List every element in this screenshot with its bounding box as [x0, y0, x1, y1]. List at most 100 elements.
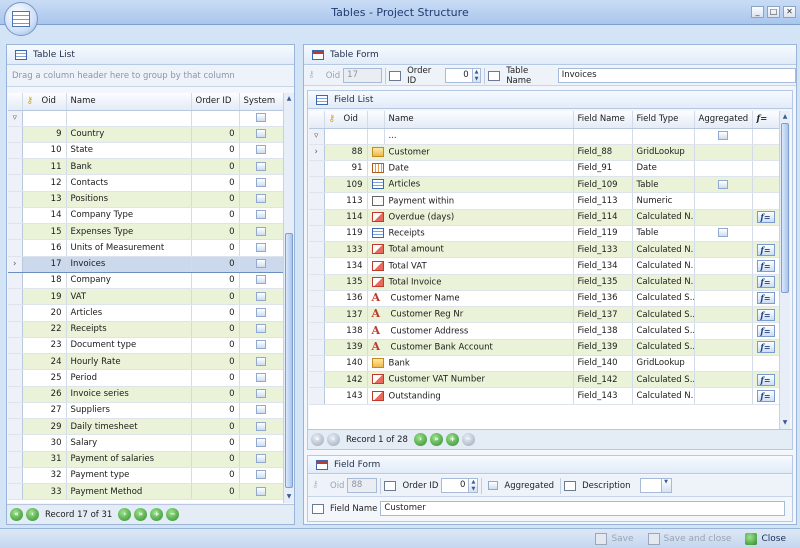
formula-button[interactable]: f=	[756, 341, 775, 354]
table-row[interactable]: 13 Positions 0	[8, 191, 283, 208]
description-dropdown-icon[interactable]: ▼	[661, 478, 672, 493]
system-checkbox[interactable]	[256, 437, 266, 447]
system-checkbox[interactable]	[256, 454, 266, 464]
col-oid[interactable]: ⚷ Oid	[22, 93, 67, 111]
table-name-input[interactable]: Invoices	[557, 68, 796, 83]
field-row[interactable]: 142 Customer VAT Number Field_142 Calcul…	[309, 371, 779, 389]
system-checkbox[interactable]	[256, 242, 266, 252]
system-checkbox[interactable]	[256, 259, 266, 269]
col-order-id[interactable]: Order ID	[191, 93, 240, 111]
field-scroll-thumb[interactable]	[781, 123, 789, 293]
system-checkbox[interactable]	[256, 129, 266, 139]
table-row[interactable]: 10 State 0	[8, 142, 283, 160]
order-id-spinner[interactable]: ▲ ▼	[472, 68, 482, 83]
field-name-input[interactable]: Customer	[380, 501, 786, 516]
field-last-record-icon[interactable]: »	[429, 433, 443, 446]
system-checkbox[interactable]	[256, 324, 266, 334]
formula-button[interactable]: f=	[756, 211, 775, 224]
maximize-button[interactable]: □	[767, 6, 780, 18]
formula-button[interactable]: f=	[756, 373, 775, 386]
formula-button[interactable]: f=	[756, 389, 775, 402]
field-first-record-icon[interactable]: «	[311, 433, 324, 446]
field-row[interactable]: 134 Total VAT Field_134 Calculated N... …	[309, 257, 779, 275]
field-col-icon[interactable]	[367, 111, 385, 129]
field-row[interactable]: 139 A Customer Bank Account Field_139 Cal…	[309, 339, 779, 356]
formula-button[interactable]: f=	[756, 243, 775, 256]
field-next-record-icon[interactable]: ›	[413, 433, 427, 446]
save-button[interactable]: Save	[595, 532, 634, 545]
aggregated-checkbox[interactable]	[488, 481, 499, 490]
table-row[interactable]: 25 Period 0	[8, 369, 283, 387]
aggregated-checkbox[interactable]	[718, 179, 728, 189]
field-row[interactable]: › 88 Customer Field_88 GridLookup	[309, 144, 779, 161]
system-checkbox[interactable]	[256, 194, 266, 204]
system-checkbox[interactable]	[256, 145, 266, 155]
system-checkbox[interactable]	[256, 161, 266, 171]
system-checkbox[interactable]	[256, 405, 266, 415]
field-order-input[interactable]: 0	[441, 478, 470, 493]
first-record-icon[interactable]: «	[10, 508, 23, 521]
scroll-thumb[interactable]	[285, 233, 293, 488]
system-checkbox[interactable]	[256, 340, 266, 350]
scroll-down-icon[interactable]: ▼	[285, 493, 293, 501]
close-window-button[interactable]: ✕	[783, 6, 796, 18]
table-row[interactable]: 20 Articles 0	[8, 304, 283, 322]
table-row[interactable]: 16 Units of Measurement 0	[8, 239, 283, 257]
formula-button[interactable]: f=	[756, 259, 775, 272]
system-checkbox[interactable]	[256, 226, 266, 236]
field-row[interactable]: 133 Total amount Field_133 Calculated N.…	[309, 241, 779, 259]
col-name[interactable]: Name	[66, 93, 192, 111]
system-checkbox[interactable]	[256, 210, 266, 220]
table-row[interactable]: 11 Bank 0	[8, 158, 283, 176]
system-checkbox[interactable]	[256, 356, 266, 366]
table-row[interactable]: 19 VAT 0	[8, 288, 283, 306]
table-row[interactable]: 15 Expenses Type 0	[8, 223, 283, 241]
field-scroll-up-icon[interactable]: ▲	[781, 113, 789, 121]
aggregated-checkbox[interactable]	[718, 228, 728, 238]
formula-button[interactable]: f=	[756, 276, 775, 289]
field-row[interactable]: 143 Outstanding Field_143 Calculated N..…	[309, 387, 779, 405]
system-checkbox[interactable]	[256, 372, 266, 382]
field-row[interactable]: 140 Bank Field_140 GridLookup	[309, 355, 779, 373]
table-row[interactable]: 29 Daily timesheet 0	[8, 418, 283, 436]
field-scroll-down-icon[interactable]: ▼	[781, 419, 789, 427]
filter-row[interactable]: ▿	[8, 110, 283, 127]
field-row[interactable]: 136 A Customer Name Field_136 Calculated …	[309, 290, 779, 308]
system-checkbox[interactable]	[256, 486, 266, 496]
field-row[interactable]: 119 Receipts Field_119 Table	[309, 225, 779, 243]
field-prev-record-icon[interactable]: ‹	[327, 433, 340, 446]
system-checkbox[interactable]	[256, 470, 266, 480]
system-checkbox[interactable]	[256, 307, 266, 317]
field-col-field-type[interactable]: Field Type	[632, 111, 695, 129]
system-checkbox[interactable]	[256, 389, 266, 399]
system-filter-checkbox[interactable]	[256, 113, 266, 122]
next-record-icon[interactable]: ›	[118, 508, 132, 521]
field-row[interactable]: 114 Overdue (days) Field_114 Calculated …	[309, 209, 779, 226]
close-button[interactable]: Close	[745, 532, 786, 545]
table-row[interactable]: 9 Country 0	[8, 126, 283, 143]
table-row[interactable]: 26 Invoice series 0	[8, 386, 283, 403]
table-row[interactable]: 18 Company 0	[8, 272, 283, 290]
minimize-button[interactable]: _	[751, 6, 764, 18]
table-row[interactable]: 30 Salary 0	[8, 434, 283, 452]
field-col-aggregated[interactable]: Aggregated	[694, 111, 753, 129]
formula-button[interactable]: f=	[756, 324, 775, 337]
add-record-icon[interactable]: +	[150, 508, 164, 521]
field-filter-row[interactable]: ▿...	[309, 128, 779, 145]
formula-button[interactable]: f=	[756, 292, 775, 305]
save-and-close-button[interactable]: Save and close	[647, 532, 731, 545]
table-row[interactable]: 32 Payment type 0	[8, 467, 283, 485]
field-row[interactable]: 137 A Customer Reg Nr Field_137 Calculate…	[309, 306, 779, 324]
field-row[interactable]: 138 A Customer Address Field_138 Calculat…	[309, 322, 779, 340]
order-id-input[interactable]: 0	[445, 68, 473, 83]
scroll-up-icon[interactable]: ▲	[285, 95, 293, 103]
field-row[interactable]: 109 Articles Field_109 Table	[309, 176, 779, 194]
field-row[interactable]: 91 Date Field_91 Date	[309, 160, 779, 178]
system-checkbox[interactable]	[256, 291, 266, 301]
field-col-formula[interactable]: f=	[752, 111, 779, 129]
table-row[interactable]: 24 Hourly Rate 0	[8, 353, 283, 371]
field-col-field-name[interactable]: Field Name	[573, 111, 633, 129]
prev-record-icon[interactable]: ‹	[26, 508, 39, 521]
table-row[interactable]: 31 Payment of salaries 0	[8, 451, 283, 468]
table-row[interactable]: 27 Suppliers 0	[8, 402, 283, 420]
